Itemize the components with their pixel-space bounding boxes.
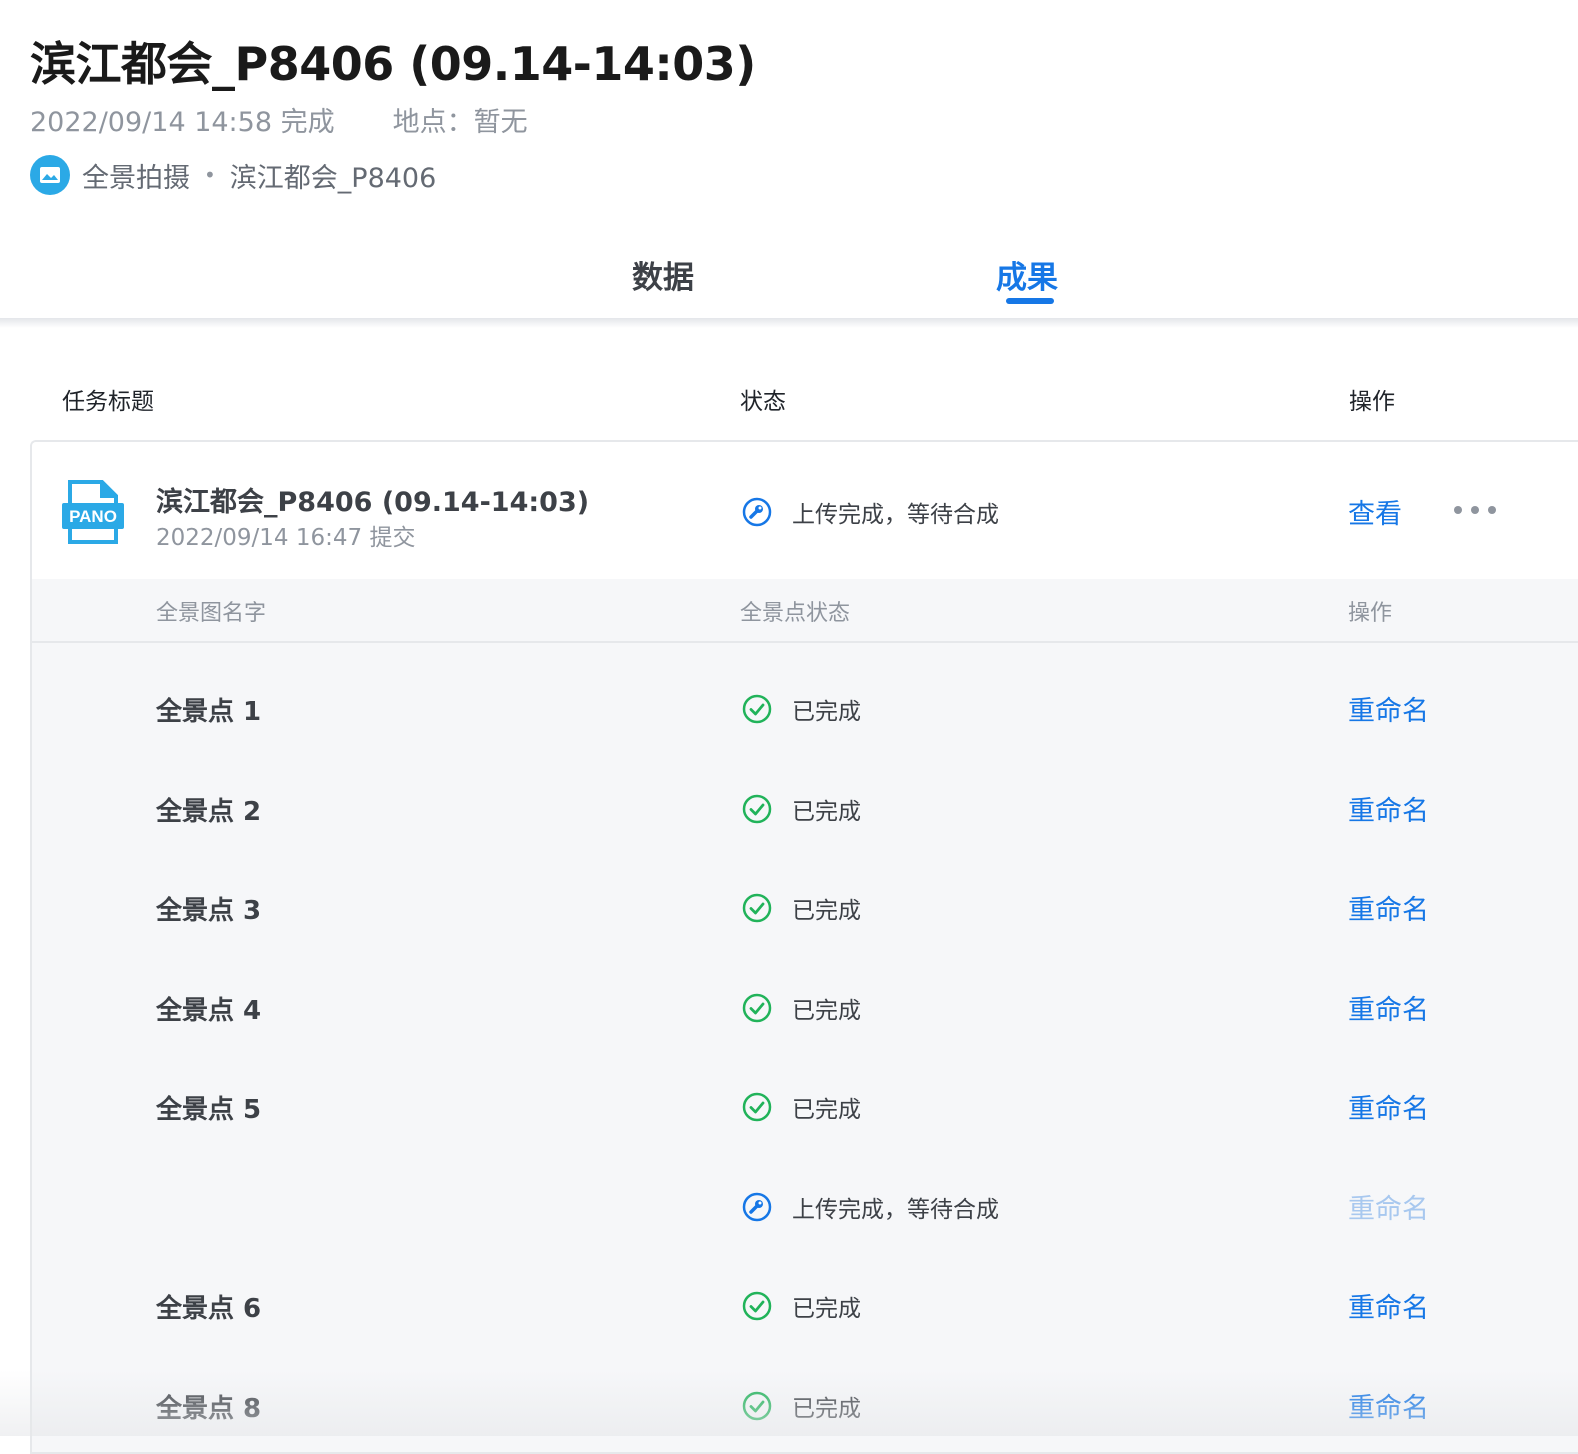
point-row: 全景点 3 已完成 重命名	[32, 858, 1578, 957]
rename-button[interactable]: 重命名	[1348, 1187, 1429, 1226]
point-name: 全景点 3	[156, 890, 261, 927]
task-title[interactable]: 滨江都会_P8406 (09.14-14:03)	[156, 480, 589, 519]
point-row: 全景点 8 已完成 重命名	[32, 1356, 1578, 1454]
rename-button[interactable]: 重命名	[1348, 888, 1429, 927]
point-status: 已完成	[742, 891, 861, 925]
wrench-icon	[742, 497, 772, 527]
check-circle-icon	[742, 993, 772, 1023]
rename-button[interactable]: 重命名	[1348, 1386, 1429, 1425]
check-circle-icon	[742, 893, 772, 923]
task-meta: 2022/09/14 14:58 完成 地点：暂无	[30, 100, 528, 139]
point-table-header: 全景图名字 全景点状态 操作	[32, 579, 1578, 643]
column-header-title: 任务标题	[62, 382, 154, 416]
point-name: 全景点 4	[156, 990, 261, 1027]
svg-text:PANO: PANO	[69, 507, 117, 526]
breadcrumb-project[interactable]: 滨江都会_P8406	[230, 156, 437, 195]
breadcrumb: 全景拍摄 • 滨江都会_P8406	[30, 155, 436, 195]
finish-time: 2022/09/14 14:58 完成	[30, 107, 335, 138]
point-name: 全景点 8	[156, 1388, 261, 1425]
point-name: 全景点 5	[156, 1089, 261, 1126]
breadcrumb-app[interactable]: 全景拍摄	[82, 156, 190, 195]
point-name: 全景点 6	[156, 1288, 261, 1325]
tab-results[interactable]: 成果	[996, 252, 1058, 297]
point-status-text: 已完成	[792, 1090, 861, 1124]
point-status-text: 已完成	[792, 891, 861, 925]
point-status-text: 已完成	[792, 1289, 861, 1323]
point-status: 已完成	[742, 991, 861, 1025]
wrench-icon	[742, 1192, 772, 1222]
point-status: 已完成	[742, 1289, 861, 1323]
subcolumn-name: 全景图名字	[156, 595, 266, 627]
rename-button[interactable]: 重命名	[1348, 689, 1429, 728]
point-status: 已完成	[742, 1090, 861, 1124]
check-circle-icon	[742, 794, 772, 824]
subcolumn-status: 全景点状态	[740, 595, 850, 627]
task-status: 上传完成，等待合成	[742, 495, 999, 529]
point-status: 已完成	[742, 792, 861, 826]
check-circle-icon	[742, 694, 772, 724]
breadcrumb-separator: •	[204, 163, 216, 187]
point-status-text: 已完成	[792, 1389, 861, 1423]
point-status-text: 上传完成，等待合成	[792, 1190, 999, 1224]
header-shadow	[0, 318, 1578, 328]
point-row: 全景点 4 已完成 重命名	[32, 958, 1578, 1057]
check-circle-icon	[742, 1391, 772, 1421]
point-row: 上传完成，等待合成 重命名	[32, 1157, 1578, 1256]
rename-button[interactable]: 重命名	[1348, 789, 1429, 828]
rename-button[interactable]: 重命名	[1348, 988, 1429, 1027]
check-circle-icon	[742, 1291, 772, 1321]
point-name: 全景点 2	[156, 791, 261, 828]
pano-file-icon: PANO	[62, 480, 124, 544]
point-status: 已完成	[742, 1389, 861, 1423]
column-header-action: 操作	[1349, 382, 1395, 416]
point-row: 全景点 2 已完成 重命名	[32, 759, 1578, 858]
more-icon[interactable]	[1454, 498, 1496, 522]
tab-data[interactable]: 数据	[632, 252, 694, 297]
panorama-app-icon	[30, 155, 70, 195]
point-name: 全景点 1	[156, 691, 261, 728]
rename-button[interactable]: 重命名	[1348, 1087, 1429, 1126]
page-header: 滨江都会_P8406 (09.14-14:03) 2022/09/14 14:5…	[0, 0, 1578, 320]
active-tab-indicator	[1006, 298, 1054, 304]
task-status-text: 上传完成，等待合成	[792, 495, 999, 529]
point-status-text: 已完成	[792, 792, 861, 826]
point-status: 上传完成，等待合成	[742, 1190, 999, 1224]
tab-bar: 数据 成果	[0, 230, 1578, 318]
point-row: 全景点 5 已完成 重命名	[32, 1057, 1578, 1156]
point-status-text: 已完成	[792, 991, 861, 1025]
check-circle-icon	[742, 1092, 772, 1122]
point-status-text: 已完成	[792, 692, 861, 726]
point-row: 全景点 1 已完成 重命名	[32, 659, 1578, 758]
point-row: 全景点 6 已完成 重命名	[32, 1256, 1578, 1355]
rename-button[interactable]: 重命名	[1348, 1286, 1429, 1325]
view-button[interactable]: 查看	[1348, 492, 1402, 531]
column-header-status: 状态	[740, 382, 786, 416]
task-card: PANO 滨江都会_P8406 (09.14-14:03) 2022/09/14…	[30, 440, 1578, 1454]
point-status: 已完成	[742, 692, 861, 726]
task-row[interactable]: PANO 滨江都会_P8406 (09.14-14:03) 2022/09/14…	[32, 442, 1578, 581]
subcolumn-action: 操作	[1348, 595, 1392, 627]
page-title: 滨江都会_P8406 (09.14-14:03)	[30, 28, 756, 94]
location: 地点：暂无	[393, 107, 528, 138]
task-submit-time: 2022/09/14 16:47 提交	[156, 518, 415, 552]
